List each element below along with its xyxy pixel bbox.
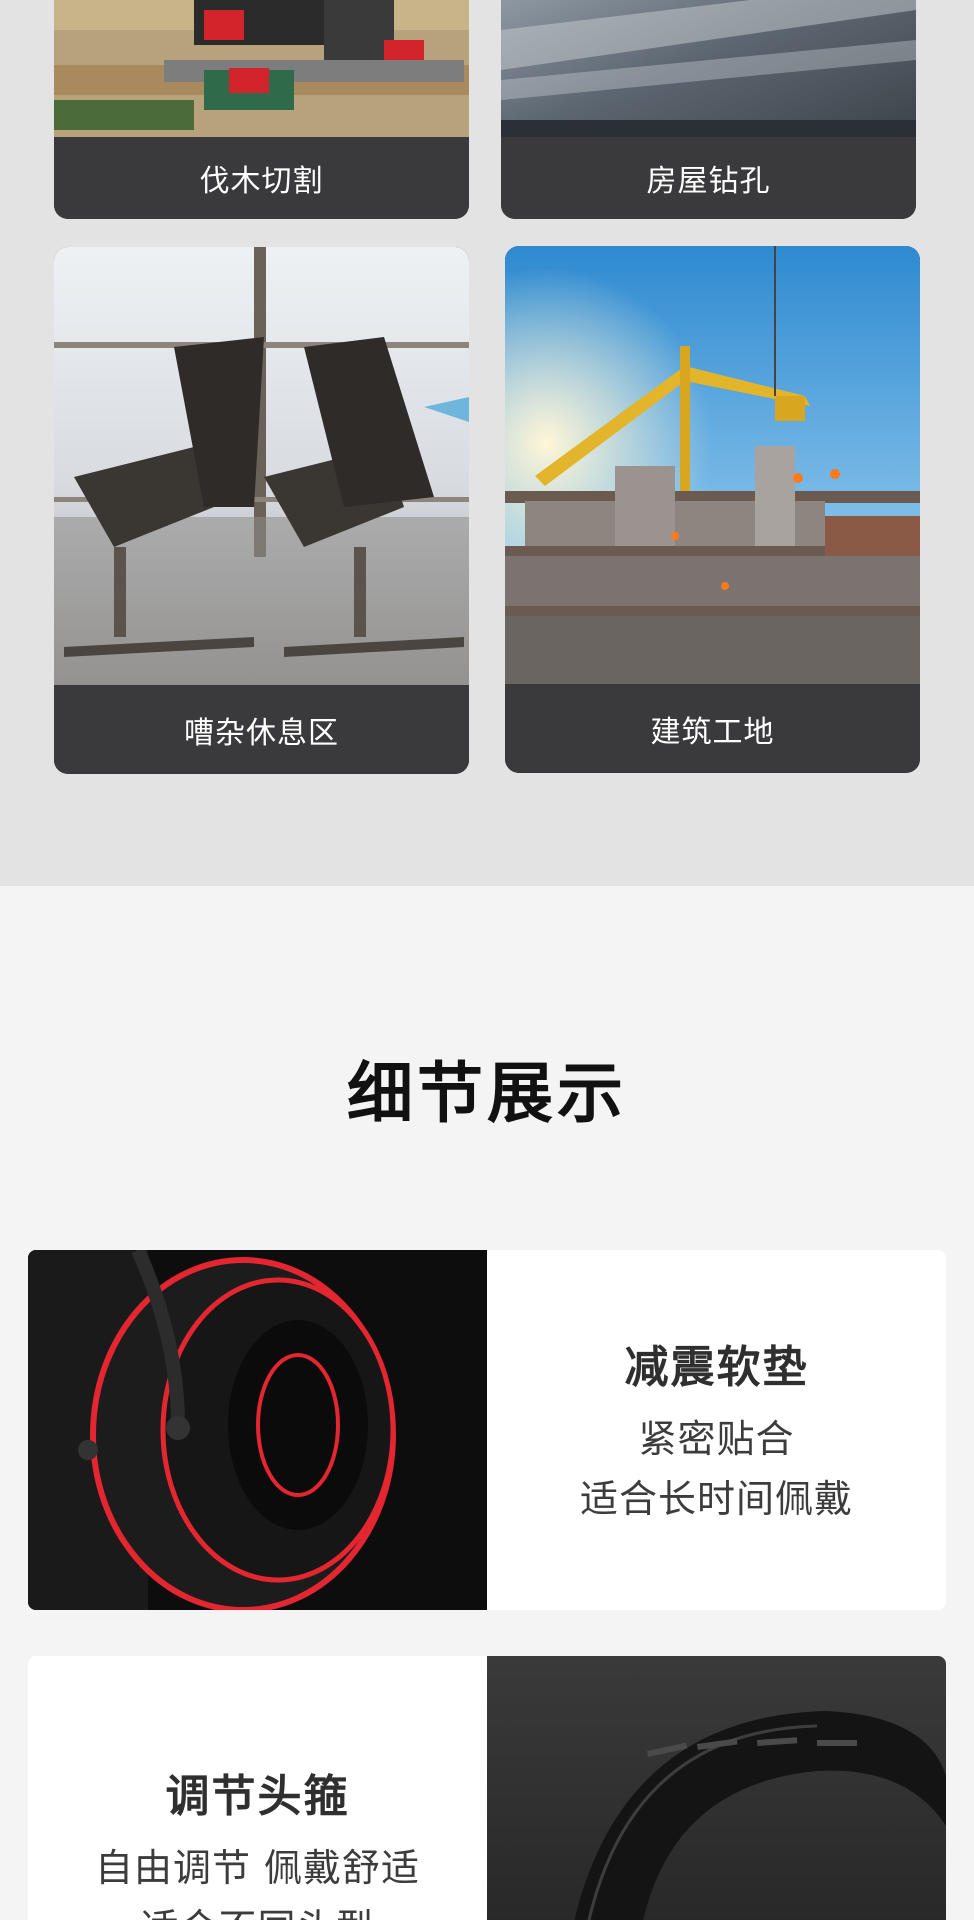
headband-photo bbox=[487, 1656, 946, 1920]
detail-line: 适合长时间佩戴 bbox=[579, 1477, 853, 1521]
scenario-caption: 房屋钻孔 bbox=[501, 137, 916, 219]
detail-line: 自由调节 佩戴舒适 bbox=[94, 1846, 421, 1890]
scenario-caption: 伐木切割 bbox=[54, 137, 469, 219]
construction-site-photo bbox=[505, 246, 920, 684]
usage-scenarios-section: 伐木切割 房屋钻孔 嘈杂休息区 建筑工地 bbox=[0, 0, 974, 886]
scenario-caption: 嘈杂休息区 bbox=[54, 685, 469, 774]
detail-line: 适合不同头型 bbox=[140, 1898, 374, 1920]
scenario-card-construction-site: 建筑工地 bbox=[505, 246, 920, 773]
wood-cutting-photo bbox=[54, 0, 469, 137]
detail-card-headband: 调节头箍 自由调节 佩戴舒适 适合不同头型 bbox=[28, 1656, 946, 1920]
scenario-card-house-drilling: 房屋钻孔 bbox=[501, 0, 916, 219]
scenario-caption: 建筑工地 bbox=[505, 684, 920, 773]
scenario-card-noisy-lounge: 嘈杂休息区 bbox=[54, 247, 469, 774]
house-drilling-photo bbox=[501, 0, 916, 137]
ear-cushion-photo bbox=[28, 1250, 487, 1610]
detail-text-block: 减震软垫 紧密贴合 适合长时间佩戴 bbox=[487, 1250, 946, 1610]
detail-text-block: 调节头箍 自由调节 佩戴舒适 适合不同头型 bbox=[28, 1656, 487, 1920]
detail-line: 紧密贴合 bbox=[638, 1417, 795, 1461]
section-title: 细节展示 bbox=[347, 1055, 627, 1132]
noisy-lounge-photo bbox=[54, 247, 469, 685]
scenario-card-wood-cutting: 伐木切割 bbox=[54, 0, 469, 219]
detail-title: 调节头箍 bbox=[165, 1771, 350, 1822]
detail-title: 减震软垫 bbox=[624, 1342, 809, 1393]
detail-card-cushion: 减震软垫 紧密贴合 适合长时间佩戴 bbox=[28, 1250, 946, 1610]
